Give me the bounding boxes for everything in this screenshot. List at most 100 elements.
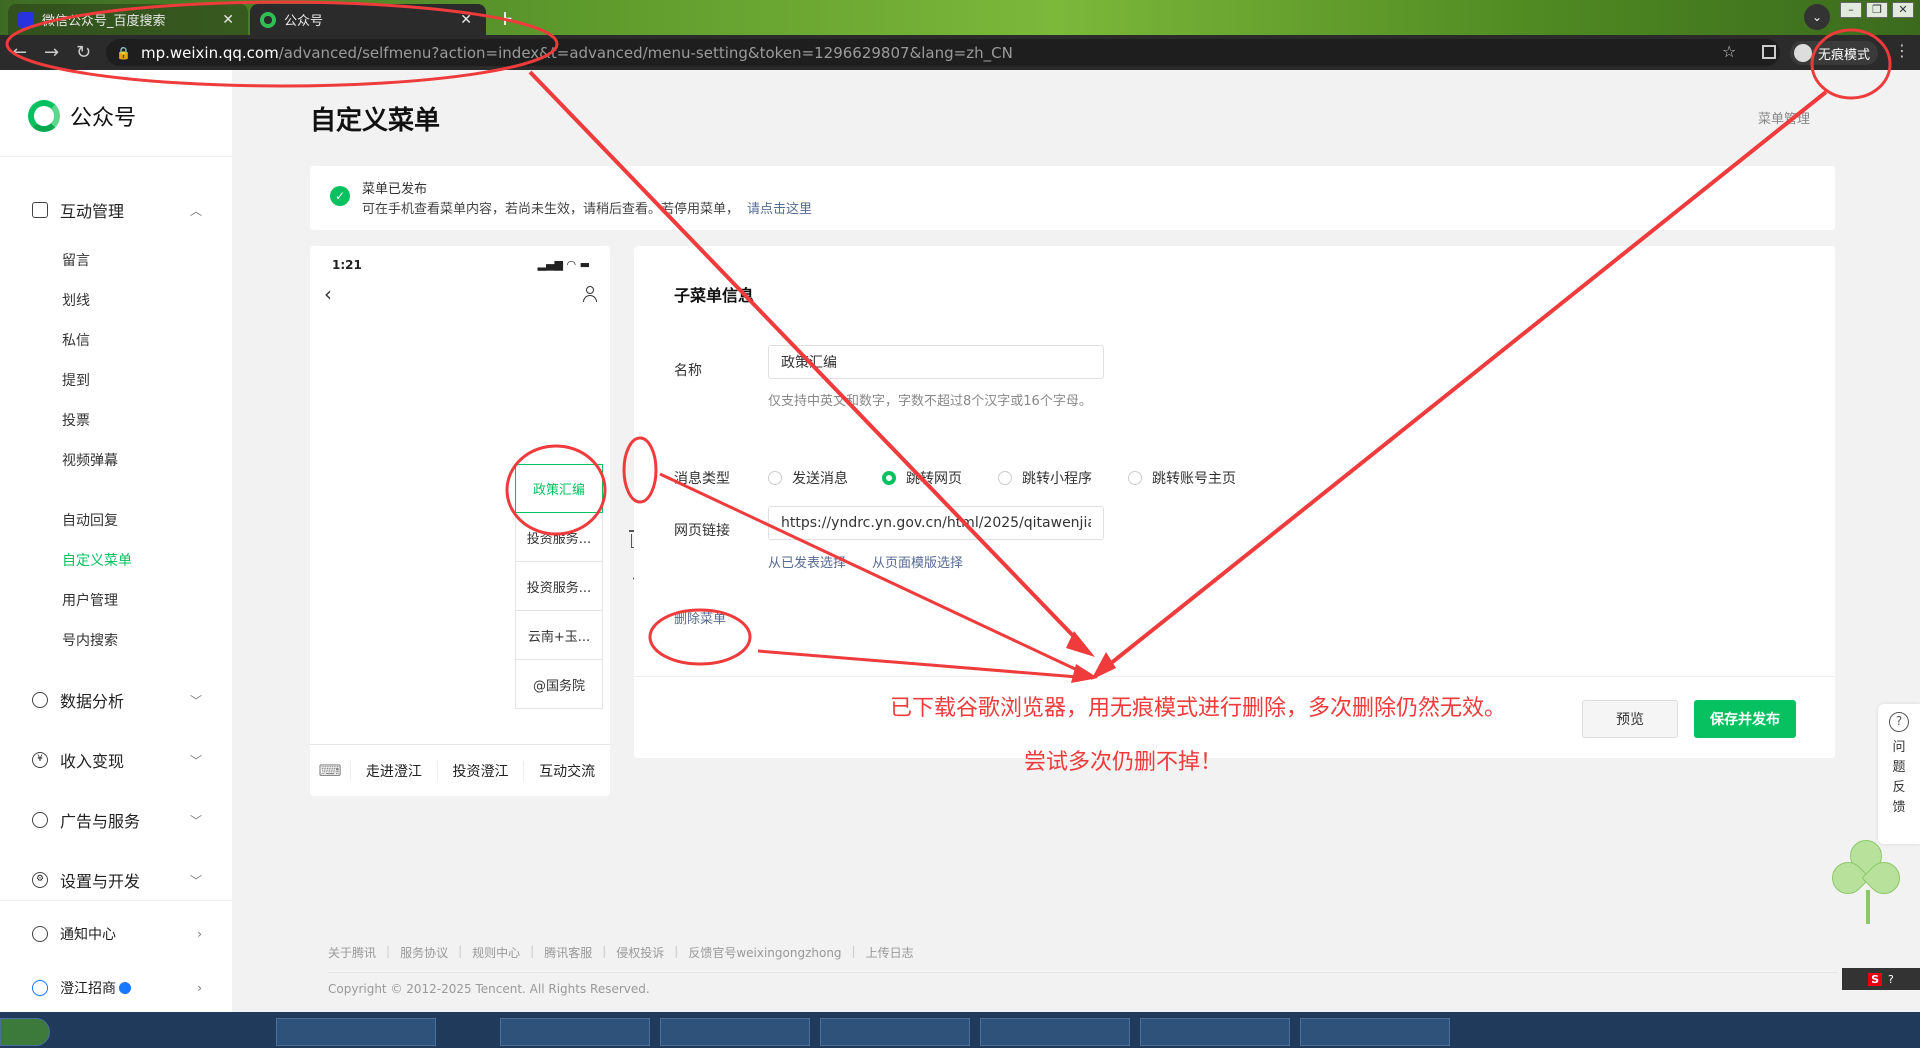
bookmark-star-icon[interactable]: ☆: [1722, 42, 1736, 61]
tab-wechat-mp[interactable]: 公众号 ✕: [250, 4, 486, 35]
main-menu-item[interactable]: 走进澄江: [350, 760, 437, 781]
close-window-button[interactable]: ✕: [1892, 2, 1914, 18]
sidebar-item-auto-reply[interactable]: 自动回复: [62, 510, 118, 530]
submenu-item[interactable]: 投资服务...: [515, 562, 603, 611]
disable-menu-link[interactable]: 请点击这里: [747, 202, 812, 217]
forward-icon[interactable]: →: [44, 42, 59, 63]
submenu-item[interactable]: 云南+玉...: [515, 611, 603, 660]
taskbar-item[interactable]: [276, 1018, 436, 1046]
minimize-button[interactable]: –: [1840, 2, 1862, 18]
submenu-editor: 子菜单信息 名称 仅支持中英文和数字，字数不超过8个汉字或16个字母。 消息类型…: [634, 246, 1835, 758]
address-bar[interactable]: 🔒 mp.weixin.qq.com/advanced/selfmenu?act…: [106, 39, 1780, 66]
taskbar-item[interactable]: [660, 1018, 810, 1046]
phone-preview: 1:21 ▂▄▆ ◠ ▬ ‹ 政策汇编 投资服务... 投资服务... 云南+玉…: [310, 246, 610, 796]
chevron-down-icon: ﹀: [189, 753, 202, 768]
footer-link[interactable]: 上传日志: [866, 944, 914, 961]
divider: [0, 900, 232, 901]
nav-group-settings[interactable]: ⚙ 设置与开发 ﹀: [32, 868, 202, 892]
name-hint: 仅支持中英文和数字，字数不超过8个汉字或16个字母。: [768, 394, 1092, 409]
ime-toolbar[interactable]: S ?: [1842, 968, 1920, 990]
name-input[interactable]: [768, 345, 1104, 379]
sidebar-item-custom-menu[interactable]: 自定义菜单: [62, 550, 132, 570]
wechat-mp-icon: [260, 11, 276, 28]
url-host: mp.weixin.qq.com: [140, 43, 279, 62]
nav-group-ads[interactable]: 广告与服务 ﹀: [32, 808, 202, 832]
start-button[interactable]: [0, 1018, 50, 1046]
new-tab-button[interactable]: +: [492, 6, 518, 30]
footer-link[interactable]: 侵权投诉: [616, 944, 664, 961]
restore-button[interactable]: ❐: [1866, 2, 1888, 18]
footer-link[interactable]: 规则中心: [472, 944, 520, 961]
chevron-down-icon: ﹀: [189, 873, 202, 888]
taskbar-item[interactable]: [820, 1018, 970, 1046]
chevron-right-icon: ›: [197, 981, 202, 995]
taskbar-item[interactable]: [1300, 1018, 1450, 1046]
account-switcher[interactable]: 澄江招商 ›: [32, 978, 202, 998]
nav-group-data-analysis[interactable]: 数据分析 ﹀: [32, 688, 202, 712]
back-icon[interactable]: ←: [12, 42, 27, 63]
radio-jump-webpage[interactable]: 跳转网页: [882, 468, 962, 488]
footer-link[interactable]: 腾讯客服: [544, 944, 592, 961]
notice-title: 菜单已发布: [362, 182, 428, 197]
reload-icon[interactable]: ↻: [76, 42, 91, 63]
logo[interactable]: 公众号: [28, 100, 136, 132]
taskbar-item[interactable]: [980, 1018, 1130, 1046]
sidebar-item-votes[interactable]: 投票: [62, 410, 90, 430]
sidebar-item-highlights[interactable]: 划线: [62, 290, 90, 310]
select-from-published-link[interactable]: 从已发表选择: [768, 552, 846, 571]
footer-link[interactable]: 服务协议: [400, 944, 448, 961]
menu-management-link[interactable]: 菜单管理: [1758, 108, 1810, 127]
sidebar-item-danmaku[interactable]: 视频弹幕: [62, 450, 118, 470]
lock-icon: 🔒: [116, 45, 131, 60]
radio-jump-account-home[interactable]: 跳转账号主页: [1128, 468, 1236, 488]
close-icon[interactable]: ✕: [222, 12, 234, 28]
taskbar-item[interactable]: [1140, 1018, 1290, 1046]
footer-link[interactable]: 反馈官号weixingongzhong: [688, 944, 841, 961]
nav-group-notifications[interactable]: 通知中心 ›: [32, 924, 202, 944]
sidebar-item-messages[interactable]: 私信: [62, 330, 90, 350]
incognito-indicator[interactable]: 无痕模式: [1790, 41, 1879, 65]
nav-group-interaction[interactable]: 互动管理 ︿: [32, 198, 202, 222]
radio-label: 发送消息: [792, 471, 848, 487]
taskbar-item[interactable]: [500, 1018, 650, 1046]
nav-group-income[interactable]: ¥ 收入变现 ﹀: [32, 748, 202, 772]
delete-menu-link[interactable]: 删除菜单: [674, 608, 726, 627]
save-and-publish-button[interactable]: 保存并发布: [1694, 700, 1796, 738]
divider: [634, 676, 1835, 677]
radio-jump-miniprogram[interactable]: 跳转小程序: [998, 468, 1092, 488]
submenu-item-selected[interactable]: 政策汇编: [515, 464, 603, 513]
keyboard-icon: ⌨: [318, 761, 342, 780]
close-icon[interactable]: ✕: [460, 12, 472, 28]
sidebar-item-comments[interactable]: 留言: [62, 250, 90, 270]
feedback-button[interactable]: ? 问题反馈: [1878, 704, 1920, 844]
submenu-item[interactable]: 投资服务...: [515, 513, 603, 562]
select-from-template-link[interactable]: 从页面模版选择: [872, 552, 963, 571]
tab-baidu-search[interactable]: 微信公众号_百度搜索 ✕: [8, 4, 248, 35]
browser-menu-icon[interactable]: ⋮: [1894, 41, 1910, 60]
main-menu-item[interactable]: 投资澄江: [436, 760, 524, 781]
preview-button[interactable]: 预览: [1582, 700, 1678, 738]
nav-group-label: 设置与开发: [60, 872, 141, 891]
radio-send-message[interactable]: 发送消息: [768, 468, 848, 488]
question-icon: ?: [1889, 712, 1909, 732]
side-panel-icon[interactable]: [1762, 45, 1776, 59]
sidebar-item-mentions[interactable]: 提到: [62, 370, 90, 390]
yen-icon: ¥: [32, 752, 48, 768]
sidebar-item-user-management[interactable]: 用户管理: [62, 590, 118, 610]
footer-link[interactable]: 关于腾讯: [328, 944, 376, 961]
chevron-right-icon: ›: [197, 927, 202, 941]
annotation-text-1: 已下载谷歌浏览器，用无痕模式进行删除，多次删除仍然无效。: [890, 696, 1507, 721]
webpage-url-input[interactable]: [768, 506, 1104, 540]
verified-badge-icon: [119, 982, 131, 994]
phone-time: 1:21: [332, 258, 362, 272]
page: 公众号 互动管理 ︿ 留言 划线 私信 提到 投票 视频弹幕 自动回复 自定义菜…: [0, 70, 1920, 1012]
tab-search-button[interactable]: ⌄: [1804, 4, 1830, 30]
sidebar-item-in-account-search[interactable]: 号内搜索: [62, 630, 118, 650]
submenu-item[interactable]: @国务院: [515, 660, 603, 709]
sidebar: 公众号 互动管理 ︿ 留言 划线 私信 提到 投票 视频弹幕 自动回复 自定义菜…: [0, 70, 232, 1012]
main-menu-item[interactable]: 互动交流: [523, 760, 610, 781]
chevron-down-icon: ﹀: [189, 813, 202, 828]
chevron-down-icon: ﹀: [189, 693, 202, 708]
nav-group-label: 收入变现: [60, 752, 125, 771]
help-icon: ?: [1888, 972, 1894, 986]
